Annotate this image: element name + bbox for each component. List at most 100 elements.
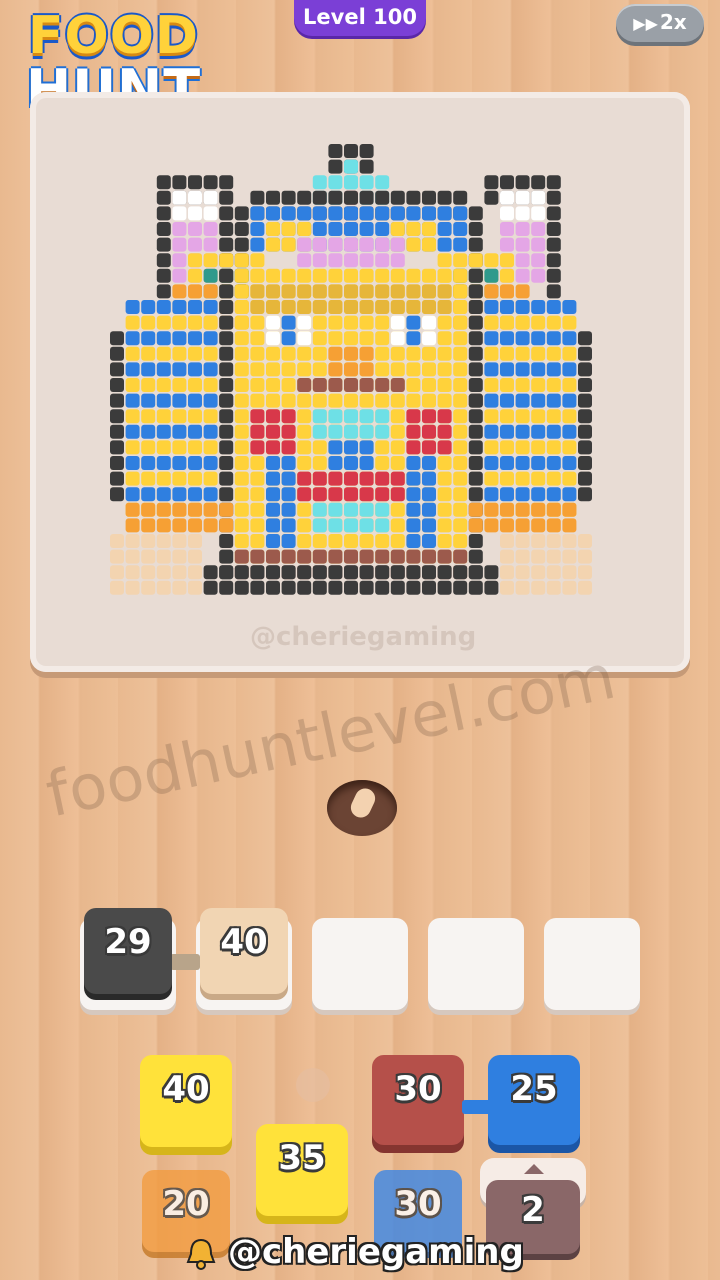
pixel-bead — [359, 565, 374, 580]
pixel-bead — [468, 206, 483, 221]
pixel-bead — [468, 580, 483, 595]
tray-block-35[interactable]: 35 — [256, 1124, 348, 1216]
pixel-bead — [297, 409, 312, 424]
pixel-bead — [234, 362, 249, 377]
pixel-bead — [250, 502, 265, 517]
pixel-bead — [484, 456, 499, 470]
pixel-bead — [578, 549, 592, 564]
pixel-bead — [156, 237, 171, 252]
pixel-bead — [125, 580, 140, 595]
pixel-bead — [156, 487, 171, 502]
pixel-bead — [110, 424, 124, 439]
pixel-bead — [328, 268, 343, 283]
pixel-bead — [500, 440, 514, 455]
pixel-bead — [141, 471, 156, 486]
pixel-bead — [468, 549, 483, 564]
pixel-bead — [562, 502, 577, 517]
pixel-bead — [203, 580, 218, 595]
pixel-bead — [359, 518, 374, 533]
pixel-bead — [266, 456, 280, 470]
pixel-bead — [546, 518, 561, 533]
slot-3[interactable] — [312, 918, 408, 1010]
pixel-bead — [141, 565, 156, 580]
pixel-bead — [297, 237, 312, 252]
tray-block-25[interactable]: 25 — [488, 1055, 580, 1145]
pixel-bead — [188, 346, 202, 361]
pixel-bead — [344, 378, 358, 392]
pixel-bead — [203, 518, 218, 533]
pixel-bead — [437, 331, 452, 346]
pixel-bead — [156, 424, 171, 439]
pixel-bead — [234, 471, 249, 486]
slot-5[interactable] — [544, 918, 640, 1010]
pixel-bead — [141, 456, 156, 470]
pixel-bead — [266, 549, 280, 564]
pixel-bead — [312, 237, 327, 252]
speed-toggle-button[interactable]: ▶▶ 2x — [616, 4, 704, 42]
pixel-bead — [188, 440, 202, 455]
pixel-bead — [172, 487, 187, 502]
slot-block-2[interactable]: 40 — [200, 908, 288, 994]
pixel-bead — [437, 315, 452, 330]
pixel-bead — [500, 268, 514, 283]
tray-block-40[interactable]: 40 — [140, 1055, 232, 1147]
pixel-bead — [328, 456, 343, 470]
pixel-bead — [266, 518, 280, 533]
pixel-bead — [156, 393, 171, 408]
pixel-bead — [390, 315, 405, 330]
pixel-bead — [297, 346, 312, 361]
pixel-bead — [172, 175, 187, 190]
pixel-bead — [125, 346, 140, 361]
logo-line-1: FOOD — [28, 6, 200, 66]
pixel-bead — [297, 487, 312, 502]
pixel-bead — [359, 331, 374, 346]
pixel-bead — [141, 424, 156, 439]
pixel-bead — [328, 409, 343, 424]
pixel-bead — [281, 206, 296, 221]
pixel-bead — [484, 580, 499, 595]
pixel-bead — [203, 284, 218, 299]
pixel-bead — [281, 393, 296, 408]
pixel-bead — [297, 362, 312, 377]
pixel-bead — [312, 424, 327, 439]
pixel-bead — [203, 222, 218, 236]
slot-block-1-value: 29 — [104, 922, 152, 962]
slot-block-2-value: 40 — [220, 922, 268, 962]
pixel-bead — [219, 315, 234, 330]
pixel-bead — [562, 393, 577, 408]
pixel-bead — [203, 315, 218, 330]
pixel-bead — [125, 424, 140, 439]
pixel-bead — [578, 424, 592, 439]
pixel-bead — [531, 237, 546, 252]
pixel-bead — [219, 534, 234, 548]
pixel-bead — [188, 534, 202, 548]
pixel-bead — [500, 565, 514, 580]
pixel-bead — [188, 378, 202, 392]
pixel-bead — [390, 487, 405, 502]
pixel-bead — [344, 175, 358, 190]
pixel-bead — [422, 268, 436, 283]
empty-peg — [296, 1068, 330, 1102]
pixel-bead — [359, 424, 374, 439]
pixel-bead — [234, 487, 249, 502]
pixel-bead — [328, 346, 343, 361]
pixel-bead — [312, 580, 327, 595]
tray-block-30-red[interactable]: 30 — [372, 1055, 464, 1145]
pixel-bead — [281, 471, 296, 486]
pixel-bead — [328, 487, 343, 502]
pixel-bead — [312, 190, 327, 205]
pixel-bead — [437, 565, 452, 580]
pixel-bead — [390, 409, 405, 424]
pixel-bead — [484, 175, 499, 190]
pixel-bead — [468, 378, 483, 392]
pixel-bead — [141, 487, 156, 502]
slot-block-1[interactable]: 29 — [84, 908, 172, 994]
pixel-bead — [468, 424, 483, 439]
pixel-bead — [500, 409, 514, 424]
pixel-bead — [312, 393, 327, 408]
slot-4[interactable] — [428, 918, 524, 1010]
pixel-bead — [297, 534, 312, 548]
pixel-bead — [219, 456, 234, 470]
pixel-bead — [437, 206, 452, 221]
pixel-bead — [359, 300, 374, 314]
